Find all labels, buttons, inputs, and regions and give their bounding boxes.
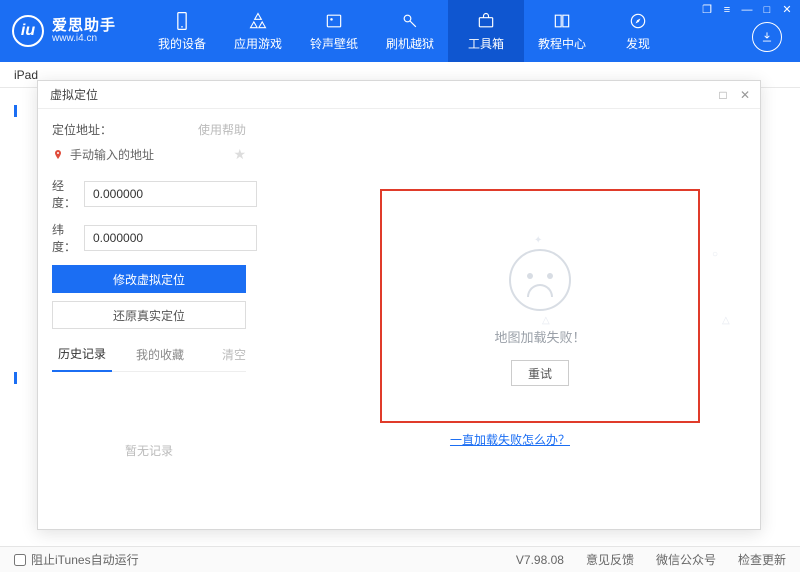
tab-favorites[interactable]: 我的收藏 [130, 338, 190, 371]
theme-icon[interactable]: ❐ [700, 3, 714, 16]
maximize-icon[interactable]: □ [760, 4, 774, 16]
nav-flash[interactable]: 刷机越狱 [372, 0, 448, 62]
close-icon[interactable]: ✕ [780, 3, 794, 16]
phone-icon [172, 11, 192, 31]
map-fail-text: 地图加载失败！ [382, 327, 698, 346]
compass-icon [628, 11, 648, 31]
window-controls: ❐ ≡ — □ ✕ [700, 3, 794, 16]
book-icon [552, 11, 572, 31]
section-marker [14, 105, 17, 117]
longitude-label: 经度： [52, 177, 76, 211]
virtual-location-dialog: 虚拟定位 □ ✕ 定位地址： 使用帮助 手动输入的地址 ★ 经度： 纬度： [37, 80, 761, 530]
topbar: iu 爱思助手 www.i4.cn 我的设备 应用游戏 铃声壁纸 刷机越狱 工具… [0, 0, 800, 62]
deco-icon: △ [722, 315, 730, 326]
address-label: 定位地址： [52, 121, 112, 138]
nav-toolbox[interactable]: 工具箱 [448, 0, 524, 62]
main-nav: 我的设备 应用游戏 铃声壁纸 刷机越狱 工具箱 教程中心 发现 [144, 0, 676, 62]
left-panel: 定位地址： 使用帮助 手动输入的地址 ★ 经度： 纬度： 修改虚拟定位 还原真实… [38, 109, 260, 529]
download-button[interactable] [752, 22, 782, 52]
statusbar: 阻止iTunes自动运行 V7.98.08 意见反馈 微信公众号 检查更新 [0, 546, 800, 572]
history-tabs: 历史记录 我的收藏 清空 [52, 337, 246, 372]
block-itunes-input[interactable] [14, 554, 26, 566]
brand-logo: iu 爱思助手 www.i4.cn [12, 15, 116, 47]
brand-name: 爱思助手 [52, 18, 116, 34]
logo-icon: iu [12, 15, 44, 47]
retry-button[interactable]: 重试 [511, 360, 569, 386]
help-link[interactable]: 使用帮助 [198, 121, 246, 138]
map-panel: ✦ ○ △ △ 地图加载失败！ 重试 一直加载失败怎么办？ [260, 109, 760, 529]
deco-icon: △ [542, 315, 550, 326]
deco-icon: ✦ [534, 235, 542, 246]
dialog-max-icon[interactable]: □ [716, 88, 730, 102]
download-icon [760, 30, 774, 44]
pin-icon [52, 148, 64, 162]
tab-history[interactable]: 历史记录 [52, 337, 112, 372]
minimize-icon[interactable]: — [740, 4, 754, 16]
nav-my-device[interactable]: 我的设备 [144, 0, 220, 62]
wechat-link[interactable]: 微信公众号 [656, 551, 716, 568]
empty-records-text: 暂无记录 [52, 442, 246, 459]
latitude-input[interactable] [84, 225, 257, 251]
dialog-close-icon[interactable]: ✕ [738, 88, 752, 102]
key-icon [400, 11, 420, 31]
deco-icon: ○ [712, 249, 718, 260]
section-marker [14, 372, 17, 384]
brand-url: www.i4.cn [52, 34, 116, 45]
menu-icon[interactable]: ≡ [720, 4, 734, 16]
clear-button[interactable]: 清空 [222, 338, 246, 371]
latitude-label: 纬度： [52, 221, 76, 255]
device-name: iPad [14, 68, 38, 82]
nav-ringtones[interactable]: 铃声壁纸 [296, 0, 372, 62]
toolbox-icon [476, 11, 496, 31]
manual-address-text: 手动输入的地址 [70, 146, 154, 163]
image-icon [324, 11, 344, 31]
block-itunes-checkbox[interactable]: 阻止iTunes自动运行 [14, 551, 139, 568]
feedback-link[interactable]: 意见反馈 [586, 551, 634, 568]
favorite-star-icon[interactable]: ★ [233, 146, 246, 163]
longitude-input[interactable] [84, 181, 257, 207]
modify-location-button[interactable]: 修改虚拟定位 [52, 265, 246, 293]
nav-apps[interactable]: 应用游戏 [220, 0, 296, 62]
dialog-title: 虚拟定位 [50, 86, 98, 103]
fail-help-link[interactable]: 一直加载失败怎么办？ [450, 433, 570, 447]
app-icon [248, 11, 268, 31]
check-update-link[interactable]: 检查更新 [738, 551, 786, 568]
dialog-titlebar: 虚拟定位 □ ✕ [38, 81, 760, 109]
restore-location-button[interactable]: 还原真实定位 [52, 301, 246, 329]
sad-face-icon [509, 249, 571, 311]
error-highlight: ✦ ○ △ △ 地图加载失败！ 重试 [380, 189, 700, 423]
version-text: V7.98.08 [516, 553, 564, 567]
nav-tutorials[interactable]: 教程中心 [524, 0, 600, 62]
nav-discover[interactable]: 发现 [600, 0, 676, 62]
